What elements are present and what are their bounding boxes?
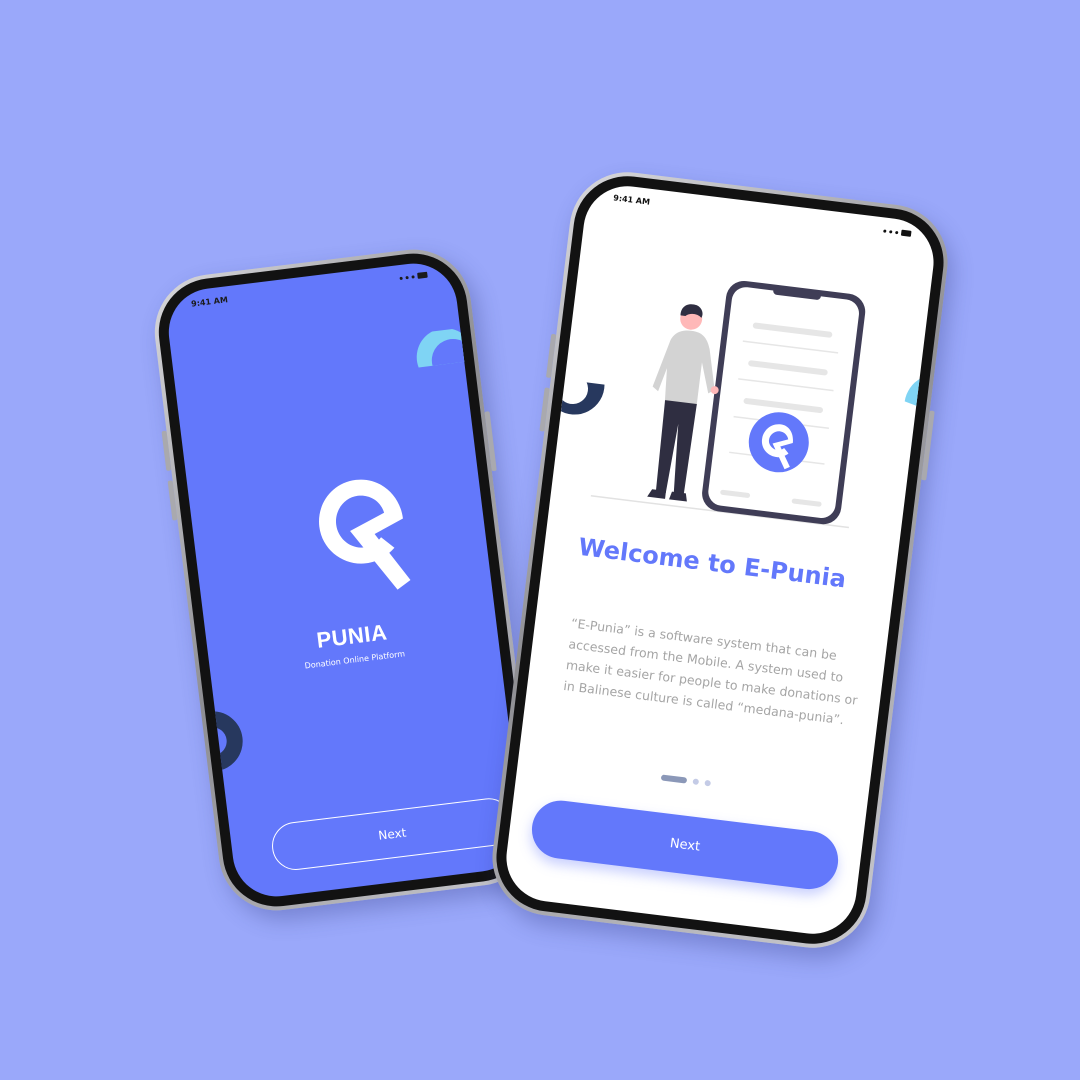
- phone-mockup-onboarding: 9:41 AM Welcome to E-Punia “E-Punia” is …: [485, 165, 955, 955]
- volume-down-button: [167, 480, 178, 521]
- next-button[interactable]: Next: [528, 797, 842, 893]
- signal-icon: [399, 276, 403, 280]
- e-punia-pin-logo-icon: [319, 479, 411, 590]
- signal-dot: [889, 229, 893, 234]
- status-bar: 9:41 AM: [165, 265, 455, 314]
- volume-up-button: [161, 430, 172, 471]
- signal-dot: [895, 230, 899, 234]
- decor-arc-navy: [209, 711, 243, 772]
- showcase-stage: 9:41 AM PUNIA Donation Online Platform N…: [0, 0, 1080, 1080]
- status-icons: [399, 271, 428, 281]
- status-time: 9:41 AM: [190, 294, 229, 309]
- splash-screen: 9:41 AM PUNIA Donation Online Platform N…: [163, 258, 527, 902]
- status-icons: [883, 227, 912, 237]
- decor-arc-navy: [557, 382, 605, 415]
- page-dot[interactable]: [692, 778, 700, 786]
- page-dot-active[interactable]: [660, 774, 688, 784]
- battery-icon: [900, 229, 912, 237]
- next-button[interactable]: Next: [269, 795, 516, 873]
- status-time: 9:41 AM: [612, 192, 651, 207]
- welcome-description: “E-Punia” is a software system that can …: [562, 615, 859, 728]
- page-indicator: [660, 774, 712, 787]
- signal-icon: [883, 228, 887, 233]
- onboarding-illustration: [557, 280, 938, 529]
- decor-arc-cyan: [904, 374, 938, 417]
- phone-bezel: 9:41 AM: [152, 247, 538, 913]
- phone-bezel: 9:41 AM: [490, 170, 950, 950]
- decor-arc-cyan: [416, 328, 475, 368]
- phone-mockup-splash: 9:41 AM PUNIA Donation Online Platform N…: [148, 243, 542, 917]
- page-dot[interactable]: [704, 779, 712, 787]
- onboarding-screen: 9:41 AM Welcome to E-Punia “E-Punia” is …: [501, 181, 939, 939]
- signal-dot: [405, 275, 409, 279]
- battery-icon: [417, 271, 428, 279]
- signal-dot: [411, 274, 415, 279]
